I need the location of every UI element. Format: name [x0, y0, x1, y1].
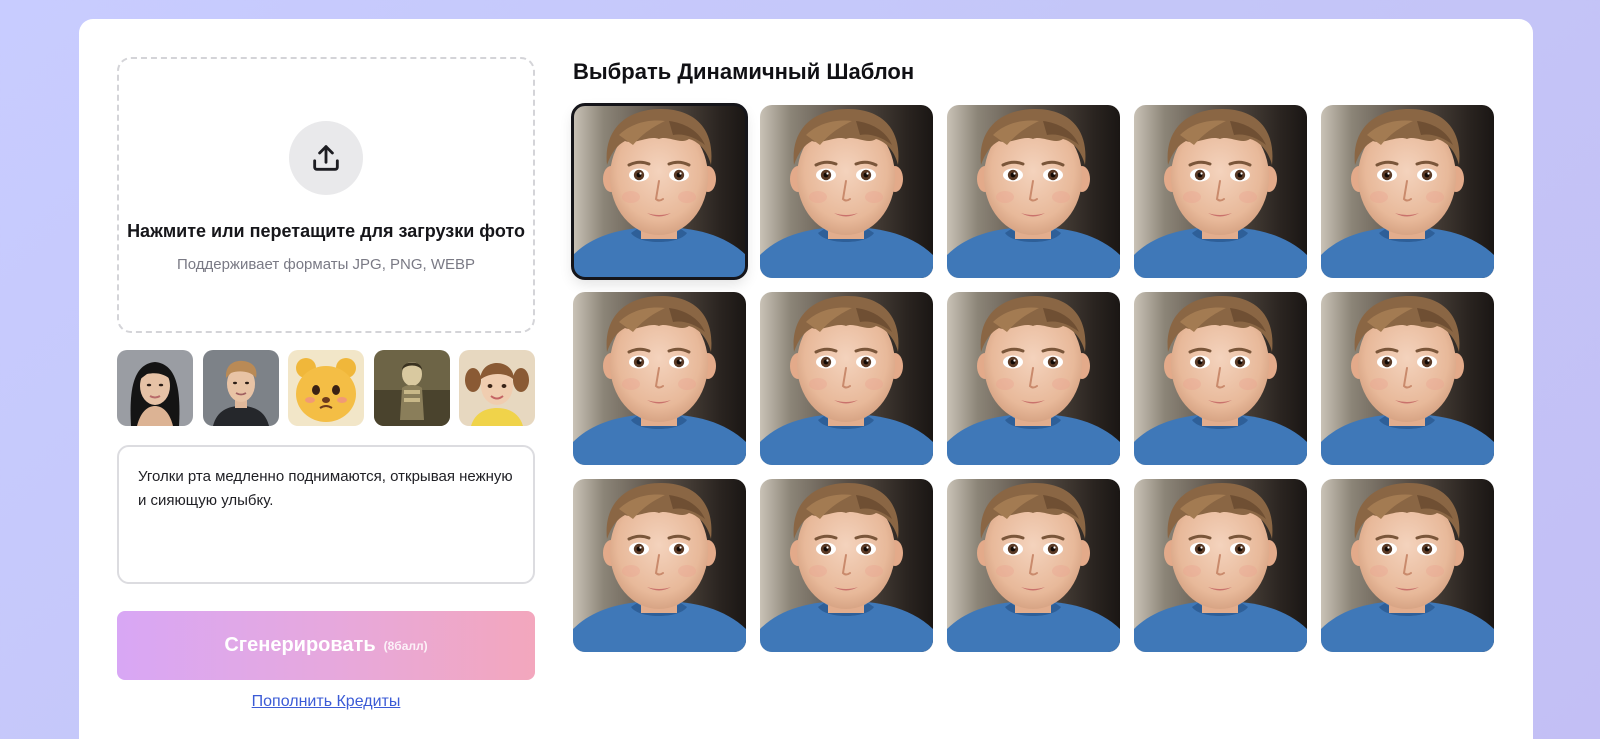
template-thumbnail[interactable]	[760, 479, 933, 652]
boy-portrait-image	[947, 105, 1120, 278]
template-thumbnail[interactable]	[947, 479, 1120, 652]
sample-photos	[117, 350, 535, 426]
boy-portrait-image	[947, 479, 1120, 652]
template-thumbnail[interactable]	[1134, 479, 1307, 652]
boy-portrait-image	[1321, 292, 1494, 465]
sample-vintage-girl-photo[interactable]	[373, 350, 450, 426]
sample-man-photo[interactable]	[202, 350, 279, 426]
template-thumbnail[interactable]	[947, 292, 1120, 465]
sample-woman-photo[interactable]	[117, 350, 193, 426]
boy-portrait-image	[760, 105, 933, 278]
template-thumbnail[interactable]	[760, 292, 933, 465]
sample-girl-photo[interactable]	[459, 350, 535, 426]
template-thumbnail[interactable]	[1134, 105, 1307, 278]
template-thumbnail[interactable]	[1321, 479, 1494, 652]
generate-button[interactable]: Сгенерировать (8балл)	[117, 611, 535, 680]
upload-title: Нажмите или перетащите для загрузки фото	[127, 221, 525, 241]
prompt-textarea[interactable]: Уголки рта медленно поднимаются, открыва…	[117, 445, 535, 584]
template-thumbnail[interactable]	[760, 105, 933, 278]
generate-cost: (8балл)	[383, 638, 428, 653]
template-thumbnail[interactable]	[573, 292, 746, 465]
template-thumbnail[interactable]	[573, 479, 746, 652]
boy-portrait-image	[760, 479, 933, 652]
boy-portrait-image	[1134, 105, 1307, 278]
template-thumbnail[interactable]	[1321, 292, 1494, 465]
photo-upload-dropzone[interactable]: Нажмите или перетащите для загрузки фото…	[117, 57, 535, 333]
sample-bear-photo[interactable]	[288, 350, 364, 426]
boy-portrait-image	[573, 105, 746, 278]
template-thumbnail[interactable]	[571, 103, 748, 280]
upload-icon	[289, 121, 363, 195]
boy-portrait-image	[1134, 292, 1307, 465]
boy-portrait-image	[573, 292, 746, 465]
boy-portrait-image	[1134, 479, 1307, 652]
main-card: Нажмите или перетащите для загрузки фото…	[79, 19, 1533, 739]
top-up-credits-link[interactable]: Пополнить Кредиты	[117, 693, 535, 711]
boy-portrait-image	[1321, 105, 1494, 278]
template-grid	[571, 103, 1494, 652]
boy-portrait-image	[760, 292, 933, 465]
upload-formats-hint: Поддерживает форматы JPG, PNG, WEBP	[176, 256, 476, 273]
boy-portrait-image	[573, 479, 746, 652]
boy-portrait-image	[1321, 479, 1494, 652]
generate-label: Сгенерировать	[224, 634, 376, 656]
templates-title: Выбрать Динамичный Шаблон	[573, 59, 915, 84]
boy-portrait-image	[947, 292, 1120, 465]
template-thumbnail[interactable]	[947, 105, 1120, 278]
template-thumbnail[interactable]	[1321, 105, 1494, 278]
template-thumbnail[interactable]	[1134, 292, 1307, 465]
